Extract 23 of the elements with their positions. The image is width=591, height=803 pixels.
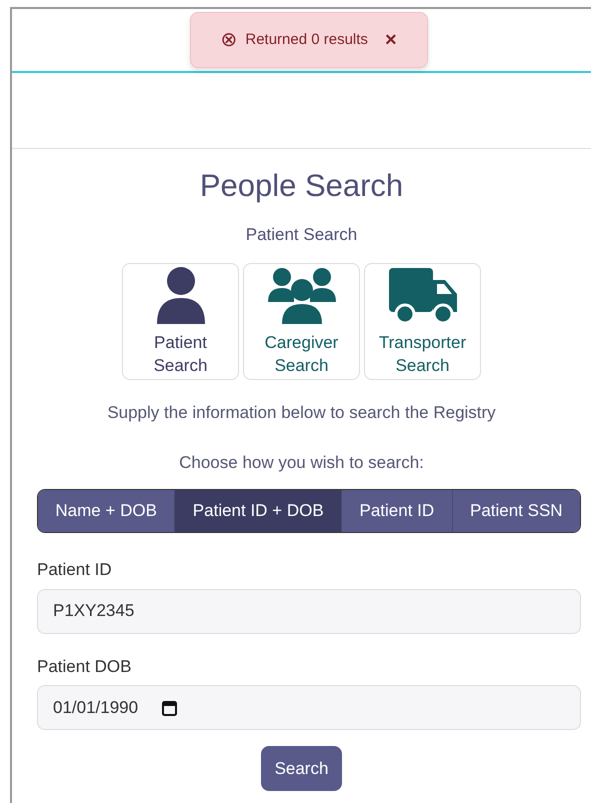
section-subtitle: Patient Search — [244, 224, 358, 246]
search-button[interactable]: Search — [260, 746, 342, 791]
field-label: Patient ID — [37, 559, 113, 581]
search-type-button[interactable]: Transporter Search — [364, 263, 481, 380]
calendar-icon[interactable] — [162, 700, 178, 716]
field-label: Patient DOB — [37, 656, 132, 678]
search-mode-tab[interactable]: Patient ID + DOB — [174, 490, 342, 532]
person-icon — [154, 266, 206, 324]
text-field[interactable]: P1XY2345 — [37, 588, 581, 634]
page-title: People Search — [198, 167, 404, 205]
close-button[interactable]: × — [384, 29, 398, 51]
search-mode-tab[interactable]: Patient SSN — [452, 490, 580, 532]
search-type-button[interactable]: Patient Search — [122, 263, 239, 380]
error-icon: ⊗ — [220, 25, 238, 55]
search-mode-tab[interactable]: Name + DOB — [38, 490, 174, 532]
search-type-button[interactable]: Caregiver Search — [243, 263, 360, 380]
search-mode-tab[interactable]: Patient ID — [341, 490, 452, 532]
truck-icon — [386, 266, 458, 324]
choose-label: Choose how you wish to search: — [178, 452, 425, 474]
date-field[interactable]: 01/01/1990 — [37, 685, 581, 730]
people-group-icon — [266, 266, 338, 324]
toast-message: Returned 0 results — [245, 30, 368, 50]
instructions-text: Supply the information below to search the Registry — [106, 402, 497, 424]
